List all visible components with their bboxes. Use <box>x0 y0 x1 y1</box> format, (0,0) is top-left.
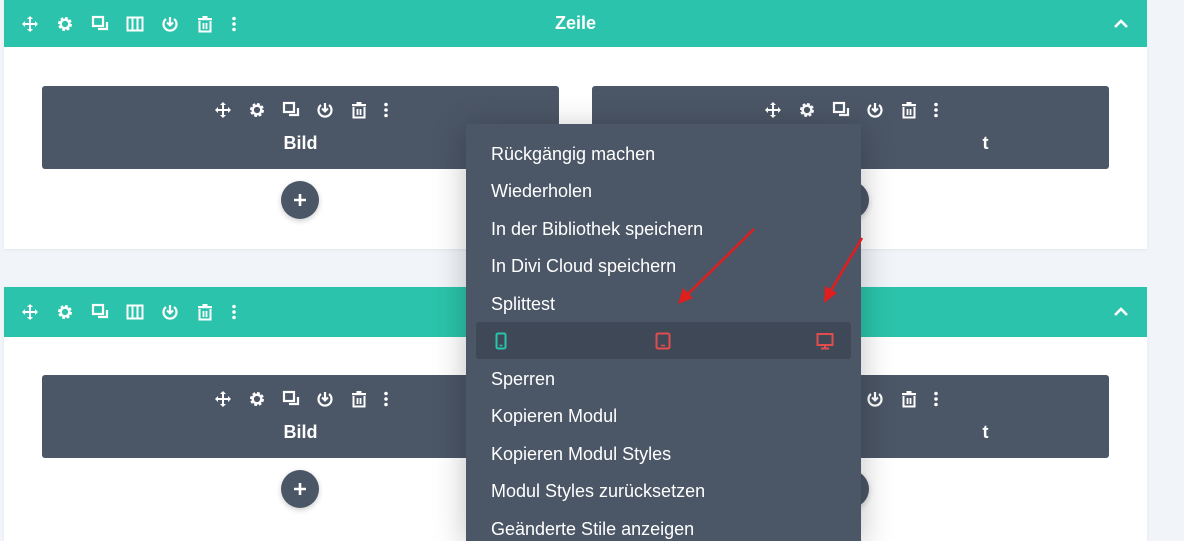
module-toolbar <box>592 100 1109 120</box>
menu-item-lock[interactable]: Sperren <box>491 367 555 391</box>
collapse-chevron-icon[interactable] <box>1111 14 1131 34</box>
menu-item-show-modified-styles[interactable]: Geänderte Stile anzeigen <box>491 517 694 541</box>
phone-icon[interactable] <box>495 322 507 359</box>
gear-icon[interactable] <box>247 389 267 409</box>
module-toolbar <box>42 100 559 120</box>
save-icon[interactable] <box>315 389 335 409</box>
tablet-icon[interactable] <box>655 322 671 359</box>
columns-icon[interactable] <box>125 302 145 322</box>
menu-item-copy-module-styles[interactable]: Kopieren Modul Styles <box>491 442 671 466</box>
menu-item-undo[interactable]: Rückgängig machen <box>491 142 655 166</box>
more-dots-icon[interactable] <box>382 389 390 409</box>
gear-icon[interactable] <box>247 100 267 120</box>
move-icon[interactable] <box>20 302 40 322</box>
duplicate-icon[interactable] <box>281 389 301 409</box>
row-title: Zeile <box>554 13 597 33</box>
save-icon[interactable] <box>865 100 885 120</box>
desktop-icon[interactable] <box>816 322 834 359</box>
gear-icon[interactable] <box>797 100 817 120</box>
duplicate-icon[interactable] <box>831 100 851 120</box>
menu-item-split-test[interactable]: Splittest <box>491 292 555 316</box>
trash-icon[interactable] <box>349 389 369 409</box>
trash-icon[interactable] <box>195 302 215 322</box>
collapse-chevron-icon[interactable] <box>1111 302 1131 322</box>
menu-item-save-to-divi-cloud[interactable]: In Divi Cloud speichern <box>491 254 676 278</box>
save-icon[interactable] <box>160 302 180 322</box>
device-visibility-bar <box>476 322 851 359</box>
duplicate-icon[interactable] <box>281 100 301 120</box>
trash-icon[interactable] <box>899 100 919 120</box>
trash-icon[interactable] <box>349 100 369 120</box>
move-icon[interactable] <box>763 100 783 120</box>
menu-item-save-to-library[interactable]: In der Bibliothek speichern <box>491 217 703 241</box>
trash-icon[interactable] <box>899 389 919 409</box>
row-header-bar: Zeile <box>4 0 1147 47</box>
module-title: t <box>982 422 989 442</box>
move-icon[interactable] <box>213 100 233 120</box>
plus-icon <box>294 483 306 495</box>
context-menu: Rückgängig machen Wiederholen In der Bib… <box>466 124 861 541</box>
more-dots-icon[interactable] <box>932 389 940 409</box>
save-icon[interactable] <box>865 389 885 409</box>
module-title: t <box>982 133 989 153</box>
move-icon[interactable] <box>213 389 233 409</box>
gear-icon[interactable] <box>55 302 75 322</box>
more-dots-icon[interactable] <box>230 302 238 322</box>
duplicate-icon[interactable] <box>90 302 110 322</box>
menu-item-copy-module[interactable]: Kopieren Modul <box>491 404 617 428</box>
row-toolbar <box>20 287 238 337</box>
more-dots-icon[interactable] <box>932 100 940 120</box>
plus-icon <box>294 194 306 206</box>
save-icon[interactable] <box>315 100 335 120</box>
more-dots-icon[interactable] <box>382 100 390 120</box>
add-module-button[interactable] <box>281 181 319 219</box>
menu-item-reset-module-styles[interactable]: Modul Styles zurücksetzen <box>491 479 705 503</box>
add-module-button[interactable] <box>281 470 319 508</box>
menu-item-redo[interactable]: Wiederholen <box>491 179 592 203</box>
